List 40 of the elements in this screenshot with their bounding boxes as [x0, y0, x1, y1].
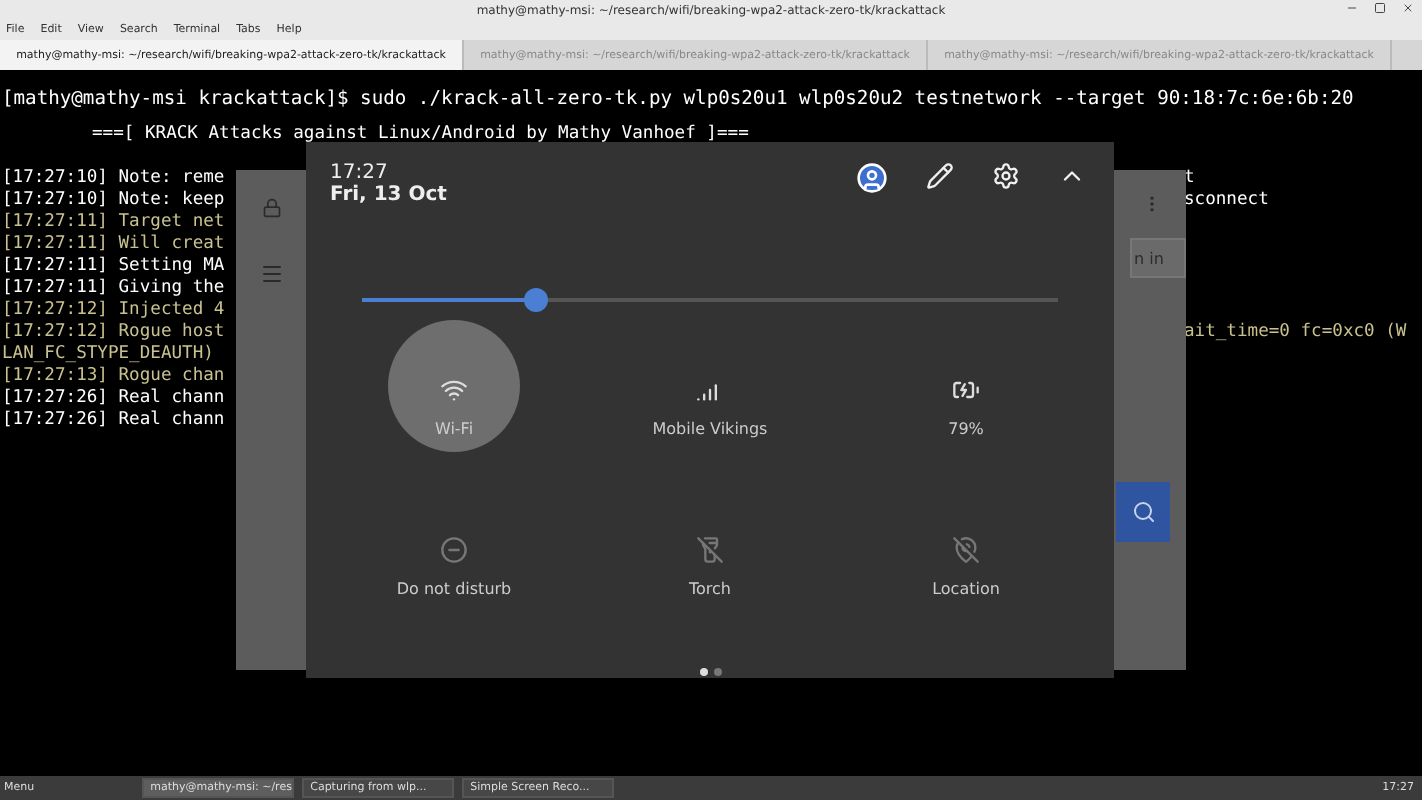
minimize-icon[interactable] [1346, 2, 1358, 14]
terminal-heading: ===[ KRACK Attacks against Linux/Android by Mathy Vanhoef ]=== [92, 124, 749, 144]
flashlight-off-icon[interactable] [696, 536, 724, 564]
location-off-icon[interactable] [952, 536, 980, 564]
terminal-line: [17:27:11] Giving the [2, 278, 225, 298]
close-icon[interactable] [1402, 2, 1414, 14]
terminal-line: [17:27:11] Will creat [2, 234, 225, 254]
terminal-line: t [1184, 168, 1195, 188]
terminal-line: [17:27:10] Note: reme [2, 168, 225, 188]
tile-label[interactable]: Torch [688, 580, 731, 598]
edit-icon[interactable] [926, 162, 954, 190]
terminal-line: sconnect [1184, 190, 1269, 210]
maximize-icon[interactable] [1374, 2, 1386, 14]
search-button[interactable] [1116, 482, 1170, 542]
terminal-line: [17:27:10] Note: keep [2, 190, 225, 210]
terminal-line: [17:27:26] Real chann [2, 410, 225, 430]
slider-thumb[interactable] [524, 288, 548, 312]
tile-label[interactable]: 79% [948, 420, 984, 438]
tile-label[interactable]: Mobile Vikings [652, 420, 768, 438]
menu-icon[interactable] [259, 262, 283, 286]
terminal-line: [17:27:26] Real chann [2, 388, 225, 408]
terminal-line: [17:27:13] Rogue chan [2, 366, 225, 386]
wifi-icon[interactable] [440, 376, 468, 404]
terminal-line: [17:27:11] Setting MA [2, 256, 225, 276]
battery-icon[interactable] [952, 376, 980, 404]
terminal-line: [17:27:12] Injected 4 [2, 300, 225, 320]
terminal-line: [17:27:12] Rogue host [2, 322, 225, 342]
terminal-line: LAN_FC_STYPE_DEAUTH) [2, 344, 214, 364]
settings-icon[interactable] [992, 162, 1020, 190]
tile-label[interactable]: Location [932, 580, 1000, 598]
terminal-command: [mathy@mathy-msi krackattack]$ sudo ./krack-all-zero-tk.py wlp0s20u1 wlp0s20u2 testnetwork --target 90:18:7c:6e:6b:20 [2, 88, 1354, 110]
lock-icon [261, 198, 281, 218]
terminal-line: ait_time=0 fc=0xc0 (W [1184, 322, 1407, 342]
search-icon [1131, 500, 1155, 524]
do-not-disturb-icon[interactable] [440, 536, 468, 564]
date: Fri, 13 Oct [330, 184, 447, 206]
tile-label[interactable]: Do not disturb [396, 580, 512, 598]
user-icon[interactable] [856, 162, 888, 194]
terminal-line: [17:27:11] Target net [2, 212, 225, 232]
clock-time: 17:27 [330, 162, 390, 184]
